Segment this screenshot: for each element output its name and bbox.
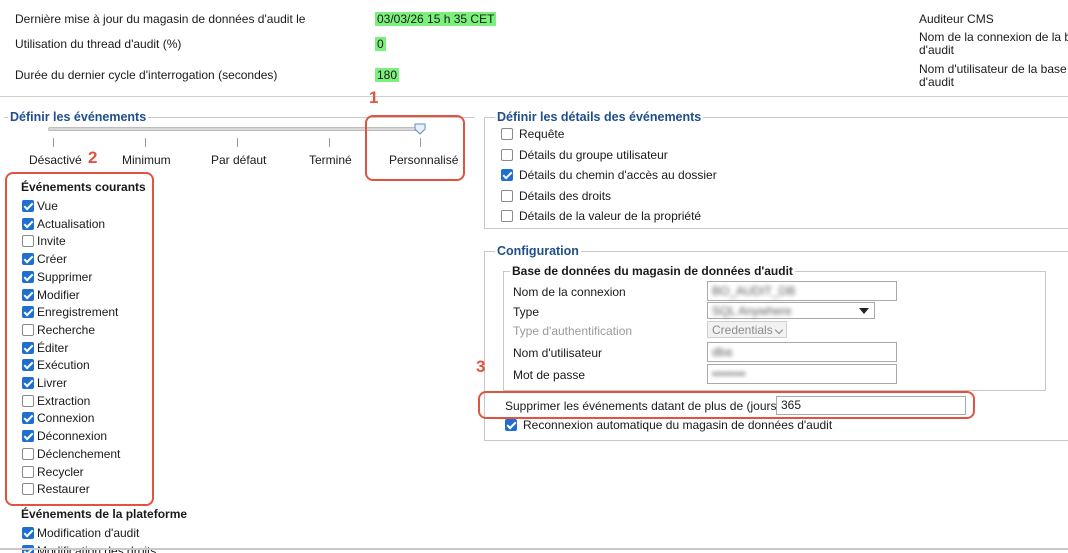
db-user-label-cont: d'audit [919,75,954,89]
annotation-box-2 [5,172,154,506]
slider-tick [145,138,146,147]
slider-level-complete[interactable]: Terminé [309,153,352,167]
poll-cycle-value: 180 [375,68,400,82]
event-detail-label: Requête [519,127,565,141]
poll-cycle-label: Durée du dernier cycle d'interrogation (… [15,68,278,82]
type-select[interactable]: SQL Anywhere [707,302,875,319]
event-detail-checkbox[interactable] [501,189,513,202]
thread-usage-value: 0 [375,37,386,51]
platform-event-checkbox[interactable] [22,527,34,539]
chevron-down-icon [774,325,784,335]
auth-type-field-label: Type d'authentification [513,324,633,338]
slider-tick [53,138,54,147]
annotation-box-1 [365,115,465,181]
event-details-title: Définir les détails des événements [495,110,704,124]
top-divider [0,96,1068,97]
username-field-label: Nom d'utilisateur [513,346,602,360]
event-detail-label: Détails du groupe utilisateur [519,147,668,162]
annotation-number-1: 1 [369,88,379,107]
configuration-title: Configuration [495,244,581,258]
auto-reconnect-label: Reconnexion automatique du magasin de do… [523,418,833,432]
connection-name-field-label: Nom de la connexion [513,285,626,299]
annotation-box-3 [478,391,975,419]
slider-level-default[interactable]: Par défaut [211,153,266,167]
event-detail-checkbox[interactable] [501,210,513,222]
username-input[interactable]: dba [707,342,897,362]
password-field-label: Mot de passe [513,368,586,382]
event-detail-checkbox[interactable] [501,128,513,140]
bottom-divider [0,548,1068,550]
chevron-down-icon [859,308,869,314]
auth-type-select[interactable]: Credentials [707,321,787,338]
event-detail-label: Détails du chemin d'accès au dossier [519,168,717,182]
annotation-number-3: 3 [476,357,486,376]
event-detail-checkbox[interactable] [501,169,513,181]
slider-level-minimum[interactable]: Minimum [122,153,171,167]
connection-name-label: Nom de la connexion de la b [919,30,1068,44]
event-detail-label: Détails de la valeur de la propriété [519,209,702,223]
last-update-label: Dernière mise à jour du magasin de donné… [15,12,306,26]
connection-name-label-cont: d'audit [919,43,954,57]
password-input[interactable]: •••••••• [707,364,897,384]
audit-status-panel: Dernière mise à jour du magasin de donné… [0,0,1068,96]
event-detail-label: Détails des droits [519,188,612,203]
db-group-title: Base de données du magasin de données d'… [510,264,795,278]
platform-events-title: Événements de la plateforme [21,507,188,521]
db-user-label: Nom d'utilisateur de la base [919,62,1067,76]
thread-usage-label: Utilisation du thread d'audit (%) [15,37,182,51]
connection-name-input[interactable]: BO_AUDIT_DB [707,281,897,301]
slider-tick [237,138,238,147]
slider-level-disabled[interactable]: Désactivé [29,153,82,167]
type-field-label: Type [513,305,540,319]
platform-event-label: Modification d'audit [37,526,140,540]
slider-tick [329,138,330,147]
events-group-title: Définir les événements [8,110,149,124]
auditor-label: Auditeur CMS [919,12,994,26]
last-update-value: 03/03/26 15 h 35 CET [375,12,497,26]
auto-reconnect-checkbox[interactable] [505,419,517,431]
event-detail-checkbox[interactable] [501,148,513,161]
annotation-number-2: 2 [88,148,98,167]
